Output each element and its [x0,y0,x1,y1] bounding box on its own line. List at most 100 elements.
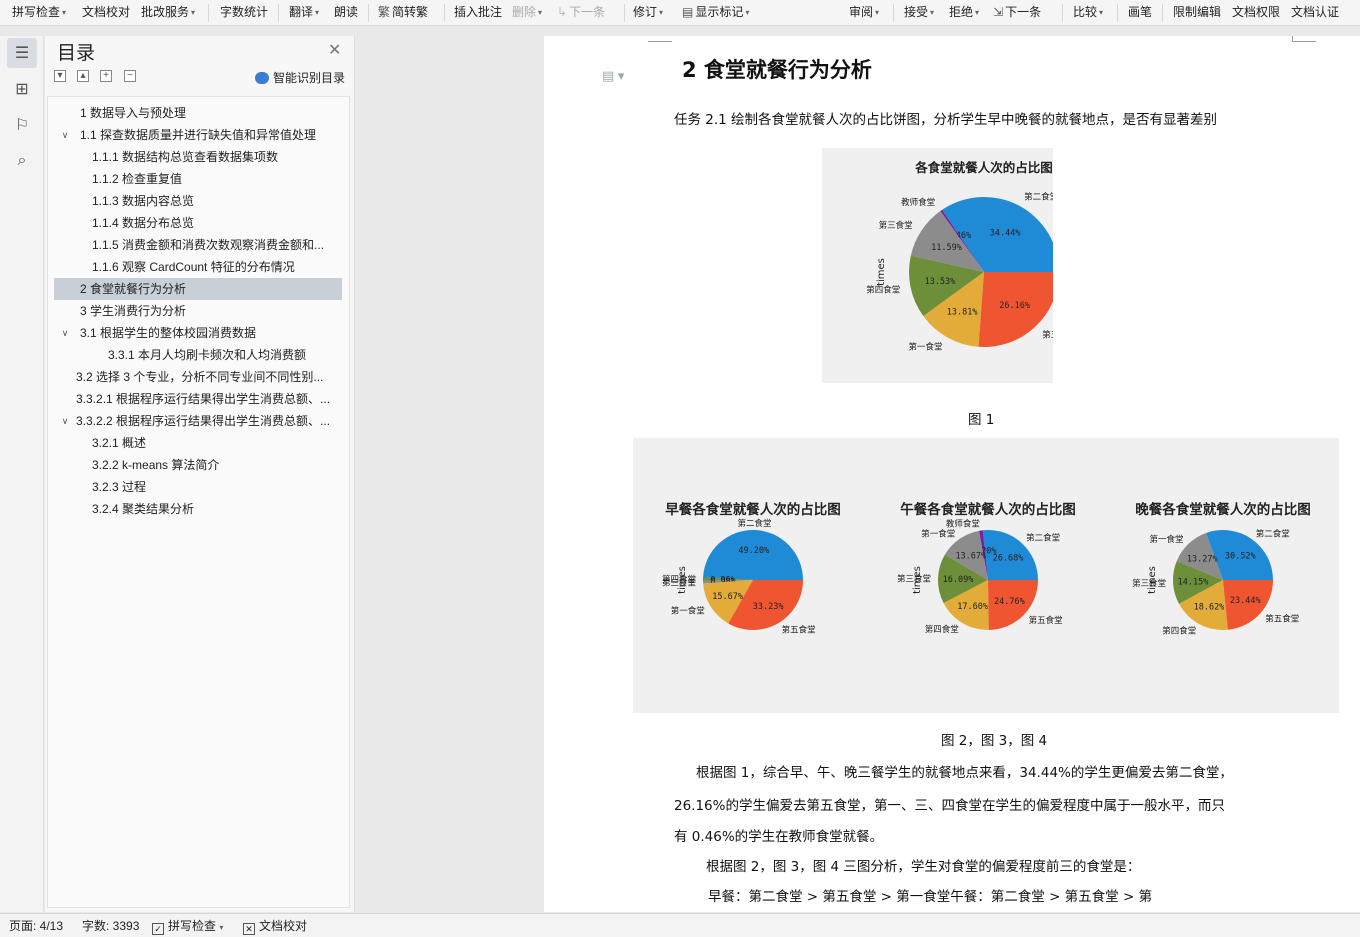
show-markup-button[interactable]: ▤ 显示标记 ▾ [682,0,749,26]
slice-category-label: 第二食堂 [1024,192,1053,203]
toc-view-button[interactable]: ☰ [7,38,37,68]
slice-category-label: 第三食堂 [879,220,913,231]
next-comment-icon: ↳ [557,5,568,19]
reject-button[interactable]: 拒绝 ▾ [949,0,979,26]
document-certification-button[interactable]: 文档认证 [1291,0,1339,26]
delete-comment-button[interactable]: 删除 ▾ [512,0,542,26]
slice-value-label: 13.27% [1187,554,1218,564]
promote-level-icon[interactable]: + [100,70,112,82]
task-paragraph: 任务 2.1 绘制各食堂就餐人次的占比饼图，分析学生早中晚餐的就餐地点，是否有显… [674,112,1218,128]
search-button[interactable]: ⌕ [7,146,37,176]
toc-item[interactable]: 3.2.3 过程 [54,476,342,498]
translate-button[interactable]: 翻译 ▾ [289,0,319,26]
toc-item[interactable]: 3.3.2.1 根据程序运行结果得出学生消费总额、... [54,388,342,410]
slice-value-label: 33.23% [753,602,784,612]
bookmark-button[interactable]: ⚐ [7,110,37,140]
paragraph-menu-icon[interactable]: ▤ ▾ [602,68,624,84]
read-aloud-button[interactable]: 朗读 [334,0,358,26]
toc-item-selected[interactable]: 2 食堂就餐行为分析 [54,278,342,300]
status-spell-check[interactable]: ✓ 拼写检查 ▾ [152,914,223,937]
toc-item[interactable]: 1.1.4 数据分布总览 [54,212,342,234]
slice-value-label: 18.62% [1194,603,1225,613]
slice-value-label: 11.59% [931,243,962,253]
slice-value-label: 13.53% [925,277,956,287]
toc-item[interactable]: 3.2 选择 3 个专业，分析不同专业间不同性别... [54,366,342,388]
pie-chart-dinner: 晚餐各食堂就餐人次的占比图times30.52%第二食堂13.27%第一食堂14… [1132,501,1311,636]
toc-item[interactable]: 3.2.1 概述 [54,432,342,454]
ai-icon [255,72,269,84]
next-comment-button[interactable]: ↳ 下一条 [557,0,605,26]
document-permission-button[interactable]: 文档权限 [1232,0,1280,26]
track-changes-button[interactable]: 修订 ▾ [633,0,663,26]
toc-item[interactable]: 1.1.1 数据结构总览查看数据集项数 [54,146,342,168]
review-pane-button[interactable]: 审阅 ▾ [849,0,879,26]
toc-item[interactable]: 1.1.2 检查重复值 [54,168,342,190]
pen-button[interactable]: 画笔 [1128,0,1152,26]
slice-category-label: 第二食堂 [737,518,771,529]
smart-toc-button[interactable]: 智能识别目录 [255,69,345,86]
slice-value-label: 14.15% [1178,578,1209,588]
word-count-indicator[interactable]: 字数: 3393 [82,914,139,937]
toc-item[interactable]: 1.1.6 观察 CardCount 特征的分布情况 [54,256,342,278]
slice-value-label: 26.16% [999,301,1030,311]
toolbar-separator [1062,4,1063,22]
demote-level-icon[interactable]: − [124,70,136,82]
body-paragraph-line: 有 0.46%的学生在教师食堂就餐。 [674,829,884,845]
toolbar-separator [1162,4,1163,22]
toc-item[interactable]: 3.2.2 k-means 算法简介 [54,454,342,476]
spell-check-button[interactable]: 拼写检查 ▾ [12,0,66,26]
restrict-editing-button[interactable]: 限制编辑 [1173,0,1221,26]
status-proofread[interactable]: ✕ 文档校对 [243,914,307,937]
toc-item[interactable]: 3.3.2.2 根据程序运行结果得出学生消费总额、... [54,410,342,432]
toc-item[interactable]: 3.2.4 聚类结果分析 [54,498,342,520]
expand-all-icon[interactable]: ▴ [77,70,89,82]
slice-category-label: 教师食堂 [901,197,935,208]
close-icon[interactable]: ✕ [328,40,341,60]
slice-value-label: 34.44% [990,228,1021,238]
markup-icon: ▤ [682,5,694,19]
toc-item[interactable]: 1.1 探查数据质量并进行缺失值和异常值处理 [54,124,342,146]
document-page[interactable]: ▤ ▾ 2 食堂就餐行为分析 任务 2.1 绘制各食堂就餐人次的占比饼图，分析学… [544,36,1360,912]
document-outline-icon: ☰ [14,45,30,62]
simplified-to-traditional-button[interactable]: 繁简转繁 [378,0,428,26]
insert-comment-button[interactable]: 插入批注 [454,0,502,26]
page-indicator[interactable]: 页面: 4/13 [9,914,63,937]
chart-title: 各食堂就餐人次的占比图 [914,160,1053,175]
status-bar: 页面: 4/13 字数: 3393 ✓ 拼写检查 ▾ ✕ 文档校对 [0,913,1360,937]
toc-item[interactable]: 3.1 根据学生的整体校园消费数据 [54,322,342,344]
next-change-button[interactable]: ⇲ 下一条 [993,0,1041,26]
toc-item[interactable]: 3 学生消费行为分析 [54,300,342,322]
toc-item[interactable]: 1.1.5 消费金额和消费次数观察消费金额和... [54,234,342,256]
collapse-all-icon[interactable]: ▾ [54,70,66,82]
chapter-nav-button[interactable]: ⊞ [7,74,37,104]
slice-category-label: 第五食堂 [1042,330,1053,341]
slice-value-label: 26.68% [993,554,1024,564]
slice-category-label: 第五食堂 [1029,615,1063,626]
slice-category-label: 第一食堂 [908,342,942,353]
body-paragraph-line: 根据图 2，图 3，图 4 三图分析，学生对食堂的偏爱程度前三的食堂是： [706,859,1141,875]
toc-item[interactable]: 1 数据导入与预处理 [54,102,342,124]
slice-category-label: 第五食堂 [1265,613,1299,624]
chart-title: 午餐各食堂就餐人次的占比图 [900,501,1076,518]
toc-item[interactable]: 1.1.3 数据内容总览 [54,190,342,212]
accept-button[interactable]: 接受 ▾ [904,0,934,26]
chart-title: 早餐各食堂就餐人次的占比图 [665,501,841,518]
pie-chart-overall: 各食堂就餐人次的占比图times34.44%第二食堂0.46%教师食堂11.59… [822,148,1053,383]
slice-category-label: 教师食堂 [946,519,980,530]
body-paragraph-line: 根据图 1，综合早、午、晚三餐学生的就餐地点来看，34.44%的学生更偏爱去第二… [696,765,1233,781]
slice-value-label: 17.60% [957,602,988,612]
navigation-rail: ☰ ⊞ ⚐ ⌕ [0,36,44,912]
slice-category-label: 第一食堂 [671,605,705,616]
correction-service-button[interactable]: 批改服务 ▾ [141,0,195,26]
toc-item[interactable]: 3.3.1 本月人均刷卡频次和人均消费额 [54,344,342,366]
toolbar-separator [208,4,209,22]
convert-icon: 繁 [378,5,391,19]
slice-category-label: 第一食堂 [1150,534,1184,545]
slice-value-label: 16.09% [943,575,974,585]
compare-button[interactable]: 比较 ▾ [1073,0,1103,26]
toc-panel: 目录 ✕ ▾ ▴ + − 智能识别目录 1 数据导入与预处理 ∨ 1.1 探查数… [45,36,355,912]
word-count-button[interactable]: 字数统计 [220,0,268,26]
proofread-button[interactable]: 文档校对 [82,0,130,26]
slice-value-label: 13.81% [947,307,978,317]
next-change-icon: ⇲ [993,5,1004,19]
